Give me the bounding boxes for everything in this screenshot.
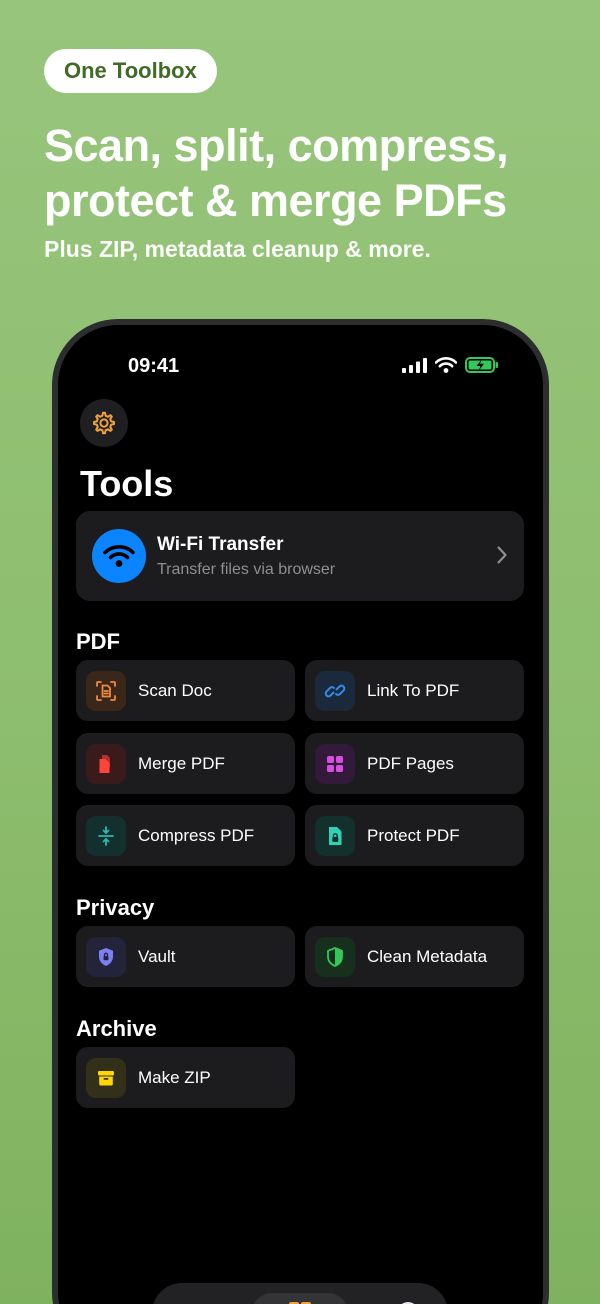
zip-icon-badge (86, 1057, 126, 1098)
tool-vault-label: Vault (138, 946, 176, 966)
grid-pages-icon (327, 755, 343, 772)
pages-icon-badge (315, 743, 355, 784)
promo-pill: One Toolbox (44, 49, 217, 93)
wifi-status-icon (435, 357, 457, 373)
link-icon-badge (315, 670, 355, 711)
section-privacy: Privacy (76, 895, 155, 920)
compass-icon (401, 1302, 415, 1304)
wifi-transfer-card[interactable]: Wi-Fi Transfer Transfer files via browse… (76, 511, 524, 601)
tool-protect-pdf[interactable]: Protect PDF (305, 805, 524, 866)
status-icons (402, 357, 499, 373)
wifi-icon-badge (92, 529, 146, 583)
grid-tools-icon (289, 1302, 311, 1304)
link-icon (324, 684, 346, 697)
battery-charging-icon (465, 357, 498, 373)
vault-icon-badge (86, 936, 126, 977)
shield-icon (327, 946, 343, 967)
tool-link-to-pdf[interactable]: Link To PDF (305, 660, 524, 721)
promo-headline-line1: Scan, split, compress, (44, 120, 509, 171)
promo-headline-line2: protect & merge PDFs (44, 175, 507, 226)
tool-compress-pdf-label: Compress PDF (138, 825, 255, 845)
scan-document-icon (96, 680, 116, 701)
tool-pdf-pages[interactable]: PDF Pages (305, 733, 524, 794)
tool-make-zip-label: Make ZIP (138, 1067, 211, 1087)
wifi-icon (103, 545, 135, 567)
tool-pdf-pages-label: PDF Pages (367, 753, 454, 773)
tool-scan-doc-label: Scan Doc (138, 680, 212, 700)
promo-headline: Scan, split, compress, protect & merge P… (44, 118, 584, 228)
promo-subline: Plus ZIP, metadata cleanup & more. (44, 236, 431, 262)
tool-clean-metadata-label: Clean Metadata (367, 946, 488, 966)
tool-protect-pdf-label: Protect PDF (367, 825, 460, 845)
tool-vault[interactable]: Vault (76, 926, 295, 987)
compress-icon (98, 825, 114, 846)
tool-clean-metadata[interactable]: Clean Metadata (305, 926, 524, 987)
tab-more[interactable] (388, 1293, 428, 1304)
clean-icon-badge (315, 936, 355, 977)
section-archive: Archive (76, 1016, 157, 1041)
promo-pill-label: One Toolbox (64, 58, 197, 83)
settings-button[interactable] (80, 399, 128, 447)
locked-document-icon (329, 826, 342, 845)
wifi-transfer-subtitle: Transfer files via browser (157, 560, 336, 578)
tab-files[interactable] (172, 1293, 212, 1304)
status-time: 09:41 (128, 355, 180, 377)
cellular-signal-icon (402, 357, 427, 373)
merge-documents-icon (99, 754, 110, 773)
tool-merge-pdf-label: Merge PDF (138, 753, 225, 773)
page-title: Tools (80, 463, 174, 504)
tool-merge-pdf[interactable]: Merge PDF (76, 733, 295, 794)
tool-scan-doc[interactable]: Scan Doc (76, 660, 295, 721)
protect-icon-badge (315, 815, 355, 856)
tab-tools[interactable] (252, 1293, 348, 1304)
merge-icon-badge (86, 743, 126, 784)
tab-bar (152, 1283, 448, 1304)
lock-shield-icon (99, 947, 113, 966)
archive-box-icon (98, 1070, 114, 1085)
phone-frame: 09:41 Tools Wi-Fi Transfer Transfer file… (52, 319, 549, 1304)
gear-icon (93, 411, 115, 435)
chevron-right-icon (497, 546, 507, 564)
tool-link-to-pdf-label: Link To PDF (367, 680, 460, 700)
wifi-transfer-title: Wi-Fi Transfer (157, 533, 284, 555)
compress-icon-badge (86, 815, 126, 856)
tool-compress-pdf[interactable]: Compress PDF (76, 805, 295, 866)
tool-make-zip[interactable]: Make ZIP (76, 1047, 295, 1108)
scan-icon-badge (86, 670, 126, 711)
phone-screen: 09:41 Tools Wi-Fi Transfer Transfer file… (58, 325, 543, 1304)
section-pdf: PDF (76, 629, 120, 654)
